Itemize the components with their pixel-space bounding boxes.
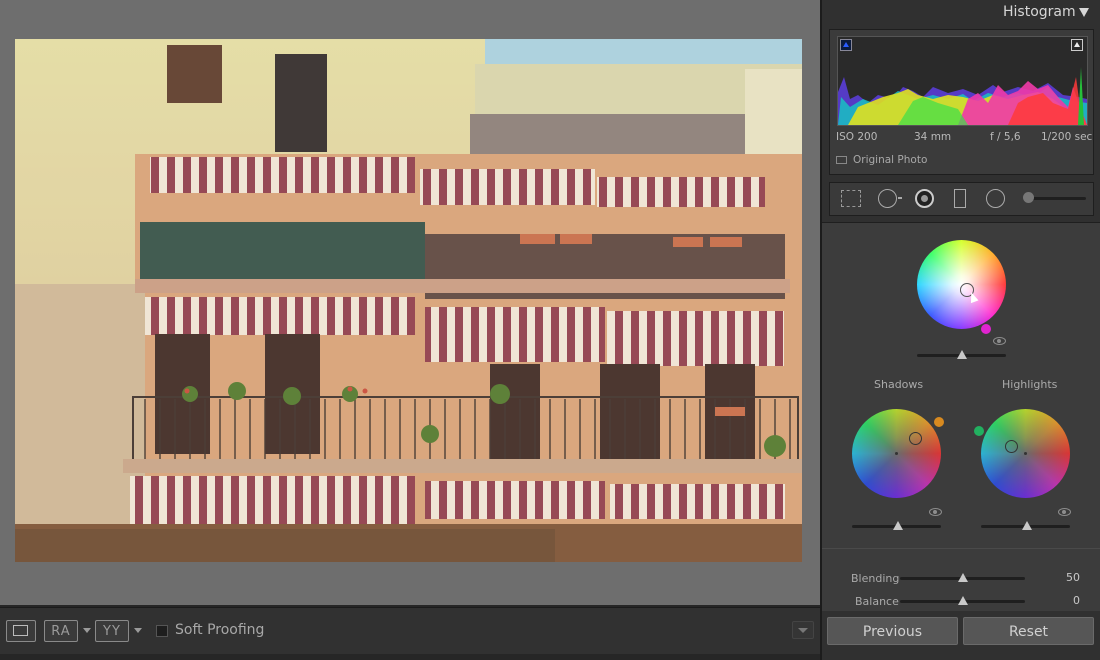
balance-label: Balance — [855, 595, 899, 608]
original-photo-checkbox[interactable] — [836, 156, 847, 164]
histogram-header[interactable]: Histogram — [822, 0, 1100, 26]
previous-button[interactable]: Previous — [827, 617, 958, 645]
before-after-yy-button[interactable]: YY — [95, 620, 129, 642]
highlights-wheel-handle[interactable] — [1005, 440, 1018, 453]
spot-removal-arrow — [898, 197, 902, 199]
building-photo[interactable] — [15, 39, 802, 562]
radial-filter-icon[interactable] — [986, 189, 1005, 208]
blending-thumb[interactable] — [958, 573, 968, 582]
photo-canvas — [0, 0, 820, 605]
tool-strip — [829, 182, 1094, 216]
before-after-ra-button[interactable]: RA — [44, 620, 78, 642]
shadows-luminance-thumb[interactable] — [893, 521, 903, 530]
brush-icon[interactable] — [1023, 192, 1034, 203]
blending-label: Blending — [851, 572, 900, 585]
chevron-down-icon — [798, 628, 808, 633]
iso-value: ISO 200 — [836, 131, 878, 143]
loupe-view-button[interactable] — [6, 620, 36, 642]
midtones-luminance-thumb[interactable] — [957, 350, 967, 359]
loupe-icon — [13, 625, 28, 636]
shadows-hue-swatch[interactable] — [934, 417, 944, 427]
right-panel: Histogram ISO 200 34 mm f / 5,6 1/200 se… — [822, 0, 1100, 660]
balance-thumb[interactable] — [958, 596, 968, 605]
soft-proofing-checkbox[interactable] — [156, 625, 168, 637]
grading-divider — [822, 548, 1100, 549]
balance-value[interactable]: 0 — [1044, 594, 1080, 607]
midtones-eye-icon[interactable] — [993, 337, 1006, 345]
shadows-eye-icon[interactable] — [929, 508, 942, 516]
color-grading-panel: Shadows Highlights Blending 50 Balance 0 — [822, 223, 1100, 611]
ra-dropdown-caret[interactable] — [83, 628, 91, 633]
yy-label: YY — [103, 624, 121, 639]
shadows-wheel-handle[interactable] — [909, 432, 922, 445]
reset-button[interactable]: Reset — [963, 617, 1094, 645]
highlights-eye-icon[interactable] — [1058, 508, 1071, 516]
soft-proofing-label: Soft Proofing — [175, 622, 265, 638]
graduated-filter-icon[interactable] — [954, 189, 966, 208]
aperture-value: f / 5,6 — [990, 131, 1021, 143]
shadow-clip-triangle-icon — [843, 42, 849, 47]
highlights-color-wheel[interactable] — [981, 409, 1070, 498]
histogram-graph — [837, 36, 1088, 126]
crop-icon[interactable] — [841, 190, 861, 207]
collapse-triangle-icon[interactable] — [1079, 8, 1089, 17]
shadow-clipping-button[interactable] — [840, 39, 852, 51]
midtones-color-wheel[interactable] — [917, 240, 1006, 329]
ra-label: RA — [51, 624, 71, 639]
spot-removal-icon[interactable] — [878, 189, 897, 208]
histogram-panel: ISO 200 34 mm f / 5,6 1/200 sec Original… — [829, 29, 1094, 175]
shadows-wheel-center — [895, 452, 898, 455]
highlights-luminance-thumb[interactable] — [1022, 521, 1032, 530]
cursor-hand-icon — [967, 290, 979, 304]
highlights-hue-swatch[interactable] — [974, 426, 984, 436]
highlights-wheel-center — [1024, 452, 1027, 455]
blending-value[interactable]: 50 — [1044, 571, 1080, 584]
red-eye-icon[interactable] — [915, 189, 934, 208]
bottom-toolbar: RA YY Soft Proofing — [0, 607, 820, 654]
toolbar-menu-button[interactable] — [792, 621, 814, 639]
shutter-value: 1/200 sec — [1041, 131, 1093, 143]
midtones-hue-swatch[interactable] — [981, 324, 991, 334]
shadows-label: Shadows — [874, 378, 924, 391]
yy-dropdown-caret[interactable] — [134, 628, 142, 633]
highlights-label: Highlights — [1002, 378, 1058, 391]
histogram-title: Histogram — [1003, 4, 1076, 20]
highlight-clip-triangle-icon — [1074, 42, 1080, 47]
shadows-color-wheel[interactable] — [852, 409, 941, 498]
original-photo-label: Original Photo — [853, 154, 928, 166]
focal-length-value: 34 mm — [914, 131, 952, 143]
highlight-clipping-button[interactable] — [1071, 39, 1083, 51]
